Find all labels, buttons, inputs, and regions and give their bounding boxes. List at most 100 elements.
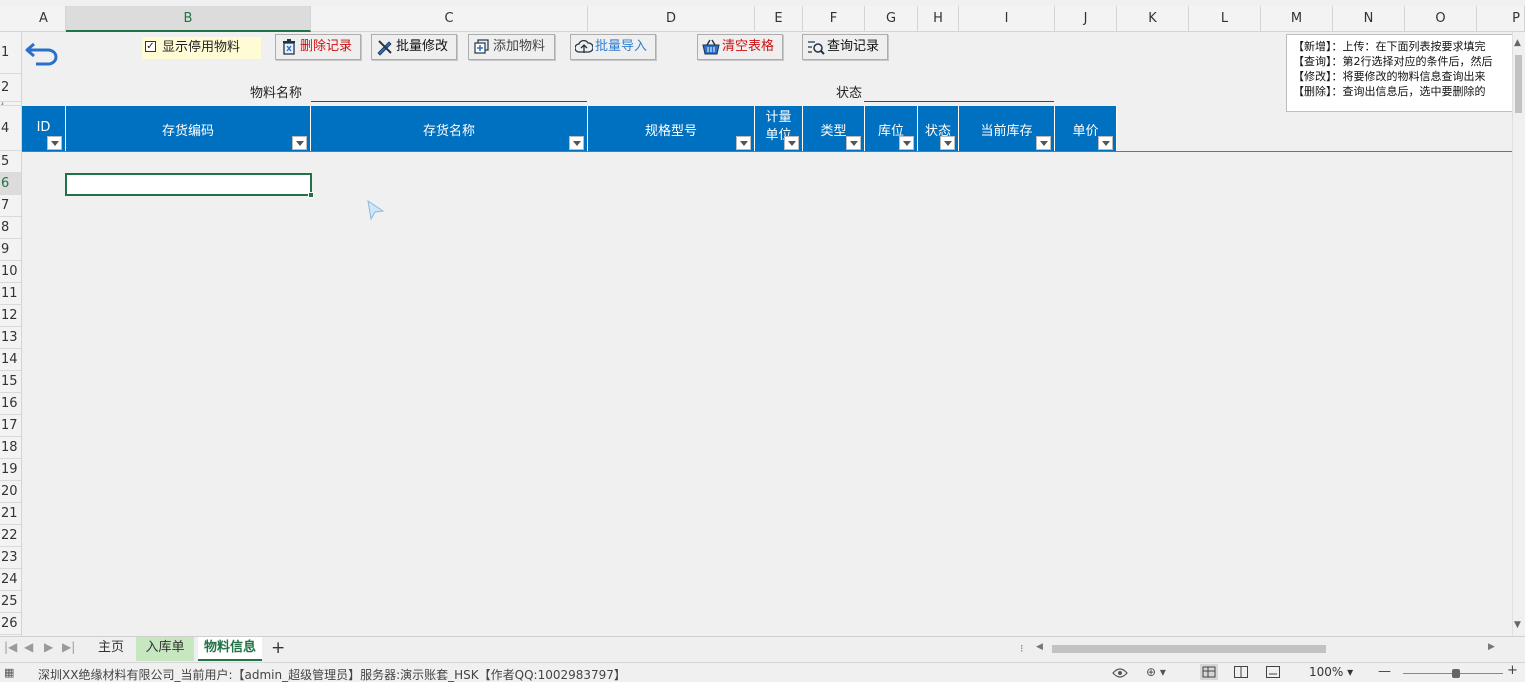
fill-handle[interactable] <box>308 192 314 198</box>
search-list-icon <box>808 41 825 55</box>
note-line: 【删除】：查询出信息后，选中要删除的 <box>1293 85 1486 98</box>
normal-view-icon[interactable] <box>1200 664 1218 680</box>
col-header-h[interactable]: H <box>918 6 959 32</box>
filter-dropdown-icon[interactable] <box>1098 136 1113 150</box>
col-header-c[interactable]: C <box>311 6 588 32</box>
vertical-scrollbar[interactable] <box>1512 32 1525 636</box>
tab-material[interactable]: 物料信息 <box>198 637 262 661</box>
zoom-in-icon[interactable]: + <box>1507 663 1518 678</box>
row-header-12[interactable]: 12 <box>0 305 21 327</box>
col-header-d[interactable]: D <box>588 6 755 32</box>
scroll-right-icon[interactable]: ▶ <box>1488 642 1495 652</box>
filter-dropdown-icon[interactable] <box>940 136 955 150</box>
last-sheet-icon[interactable]: ▶| <box>62 640 75 654</box>
col-header-m[interactable]: M <box>1261 6 1333 32</box>
delete-record-button[interactable]: 删除记录 <box>275 34 361 60</box>
scroll-left-icon[interactable]: ◀ <box>1036 642 1043 652</box>
show-disabled-checkbox[interactable]: ✓ <box>145 41 156 52</box>
col-header-o[interactable]: O <box>1405 6 1477 32</box>
batch-edit-button[interactable]: 批量修改 <box>371 34 457 60</box>
zoom-level[interactable]: 100% ▾ <box>1309 665 1353 679</box>
filter-dropdown-icon[interactable] <box>1036 136 1051 150</box>
header-code-label: 存货编码 <box>161 124 214 139</box>
row-header-2[interactable]: 2 <box>0 74 21 102</box>
next-sheet-icon[interactable]: ▶ <box>44 640 53 654</box>
row-header-7[interactable]: 7 <box>0 195 21 217</box>
row-header-6[interactable]: 6 <box>0 173 21 195</box>
zoom-out-icon[interactable]: — <box>1378 664 1391 679</box>
back-arrow-icon[interactable] <box>24 40 60 66</box>
display-mode-icon[interactable]: ⊕ ▾ <box>1146 665 1166 679</box>
clear-table-button[interactable]: 清空表格 <box>697 34 783 60</box>
add-sheet-button[interactable]: + <box>271 638 285 658</box>
row-header-15[interactable]: 15 <box>0 371 21 393</box>
col-header-n[interactable]: N <box>1333 6 1405 32</box>
prev-sheet-icon[interactable]: ◀ <box>24 640 33 654</box>
filter-status-input[interactable] <box>864 101 1054 102</box>
row-header-5[interactable]: 5 <box>0 151 21 173</box>
row-header-25[interactable]: 25 <box>0 591 21 613</box>
page-layout-icon[interactable] <box>1234 666 1248 678</box>
eye-icon[interactable] <box>1112 667 1128 679</box>
active-cell[interactable] <box>65 173 312 196</box>
row-header-21[interactable]: 21 <box>0 503 21 525</box>
col-header-b[interactable]: B <box>66 6 311 32</box>
row-header-20[interactable]: 20 <box>0 481 21 503</box>
page-break-icon[interactable] <box>1266 666 1280 678</box>
tab-inbound[interactable]: 入库单 <box>136 637 194 661</box>
horizontal-scroll-thumb[interactable] <box>1052 645 1326 653</box>
col-header-j[interactable]: J <box>1055 6 1117 32</box>
basket-icon <box>702 39 720 55</box>
row-header-14[interactable]: 14 <box>0 349 21 371</box>
first-sheet-icon[interactable]: |◀ <box>4 640 17 654</box>
row-header-19[interactable]: 19 <box>0 459 21 481</box>
show-disabled-toggle[interactable]: 显示停用物料 <box>142 37 261 59</box>
filter-dropdown-icon[interactable] <box>846 136 861 150</box>
col-header-f[interactable]: F <box>803 6 865 32</box>
row-header-11[interactable]: 11 <box>0 283 21 305</box>
row-header-bar: 1 2 3 4 5 6 7 8 9 10 11 12 13 14 15 16 1… <box>0 32 22 636</box>
note-line: 【查询】：第2行选择对应的条件后，然后 <box>1293 55 1493 68</box>
filter-name-input[interactable] <box>311 101 587 102</box>
row-header-10[interactable]: 10 <box>0 261 21 283</box>
filter-dropdown-icon[interactable] <box>47 136 62 150</box>
col-header-i[interactable]: I <box>959 6 1055 32</box>
scroll-up-icon[interactable]: ▲ <box>1514 38 1521 48</box>
note-line: 【修改】：将要修改的物料信息查询出来 <box>1293 70 1486 83</box>
row-header-16[interactable]: 16 <box>0 393 21 415</box>
filter-dropdown-icon[interactable] <box>292 136 307 150</box>
col-header-e[interactable]: E <box>755 6 803 32</box>
filter-dropdown-icon[interactable] <box>784 136 799 150</box>
row-header-17[interactable]: 17 <box>0 415 21 437</box>
row-header-13[interactable]: 13 <box>0 327 21 349</box>
add-material-button[interactable]: 添加物料 <box>468 34 555 60</box>
batch-import-button[interactable]: 批量导入 <box>570 34 656 60</box>
col-header-l[interactable]: L <box>1189 6 1261 32</box>
col-header-p[interactable]: P <box>1477 6 1525 32</box>
clear-table-label: 清空表格 <box>722 39 775 54</box>
col-header-a[interactable]: A <box>22 6 66 32</box>
vertical-scroll-thumb[interactable] <box>1515 55 1522 113</box>
filter-dropdown-icon[interactable] <box>736 136 751 150</box>
filter-dropdown-icon[interactable] <box>569 136 584 150</box>
filter-dropdown-icon[interactable] <box>899 136 914 150</box>
col-header-g[interactable]: G <box>865 6 918 32</box>
row-header-4[interactable]: 4 <box>0 106 21 151</box>
col-header-k[interactable]: K <box>1117 6 1189 32</box>
row-header-18[interactable]: 18 <box>0 437 21 459</box>
row-header-8[interactable]: 8 <box>0 217 21 239</box>
row-header-9[interactable]: 9 <box>0 239 21 261</box>
macro-record-icon[interactable]: ▦ <box>4 666 14 679</box>
tab-split-handle[interactable]: ⁝ <box>1020 642 1024 655</box>
row-header-23[interactable]: 23 <box>0 547 21 569</box>
show-disabled-label: 显示停用物料 <box>162 40 241 55</box>
scroll-down-icon[interactable]: ▼ <box>1514 620 1521 630</box>
row-header-1[interactable]: 1 <box>0 32 21 74</box>
row-header-22[interactable]: 22 <box>0 525 21 547</box>
row-header-24[interactable]: 24 <box>0 569 21 591</box>
row-header-26[interactable]: 26 <box>0 613 21 635</box>
tab-home[interactable]: 主页 <box>88 637 134 661</box>
query-record-button[interactable]: 查询记录 <box>802 34 888 60</box>
zoom-slider-knob[interactable] <box>1452 669 1460 678</box>
header-unit: 计量 单位 <box>755 106 803 151</box>
